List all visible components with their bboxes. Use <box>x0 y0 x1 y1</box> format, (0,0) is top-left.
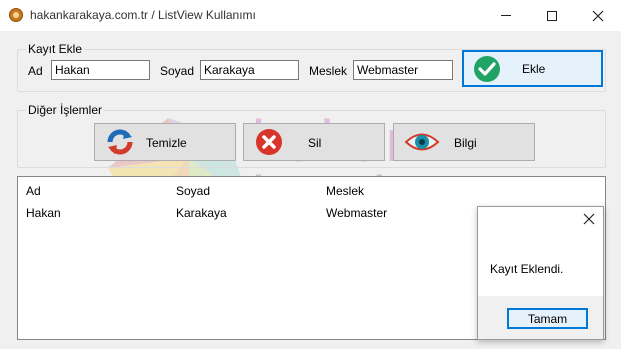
message-text: Kayıt Eklendi. <box>490 262 564 276</box>
cell-meslek: Webmaster <box>326 206 388 220</box>
close-icon <box>592 10 604 21</box>
message-footer: Tamam <box>478 296 603 339</box>
temizle-button[interactable]: Temizle <box>94 123 236 161</box>
ad-label: Ad <box>28 64 43 78</box>
close-icon[interactable] <box>583 213 595 225</box>
ekle-button[interactable]: Ekle <box>462 50 603 87</box>
eye-icon <box>404 133 440 151</box>
soyad-field[interactable] <box>200 60 299 80</box>
checkmark-icon <box>474 56 500 82</box>
maximize-button[interactable] <box>529 0 575 31</box>
app-icon <box>9 8 23 22</box>
soyad-label: Soyad <box>160 64 195 78</box>
maximize-icon <box>547 10 557 21</box>
delete-icon <box>256 129 282 155</box>
ad-field[interactable] <box>51 60 150 80</box>
bilgi-button[interactable]: Bilgi <box>393 123 535 161</box>
message-box: Kayıt Eklendi. Tamam <box>477 206 604 340</box>
close-button[interactable] <box>575 0 621 31</box>
meslek-field[interactable] <box>353 60 453 80</box>
refresh-icon <box>107 129 133 155</box>
sil-button[interactable]: Sil <box>243 123 385 161</box>
diger-islemler-legend: Diğer İşlemler <box>26 103 105 117</box>
cell-ad: Hakan <box>26 206 61 220</box>
cell-soyad: Karakaya <box>176 206 227 220</box>
minimize-icon <box>501 15 511 16</box>
bilgi-label: Bilgi <box>454 136 477 150</box>
meslek-label: Meslek <box>309 64 348 78</box>
tamam-button[interactable]: Tamam <box>507 308 588 329</box>
column-header-soyad[interactable]: Soyad <box>176 184 210 198</box>
minimize-button[interactable] <box>483 0 529 31</box>
ekle-label: Ekle <box>522 62 546 76</box>
window-title: hakankarakaya.com.tr / ListView Kullanım… <box>30 8 256 22</box>
temizle-label: Temizle <box>146 136 187 150</box>
column-header-meslek[interactable]: Meslek <box>326 184 364 198</box>
sil-label: Sil <box>308 136 322 150</box>
column-header-ad[interactable]: Ad <box>26 184 41 198</box>
title-bar: hakankarakaya.com.tr / ListView Kullanım… <box>0 0 621 31</box>
kayit-ekle-legend: Kayıt Ekle <box>26 42 85 56</box>
